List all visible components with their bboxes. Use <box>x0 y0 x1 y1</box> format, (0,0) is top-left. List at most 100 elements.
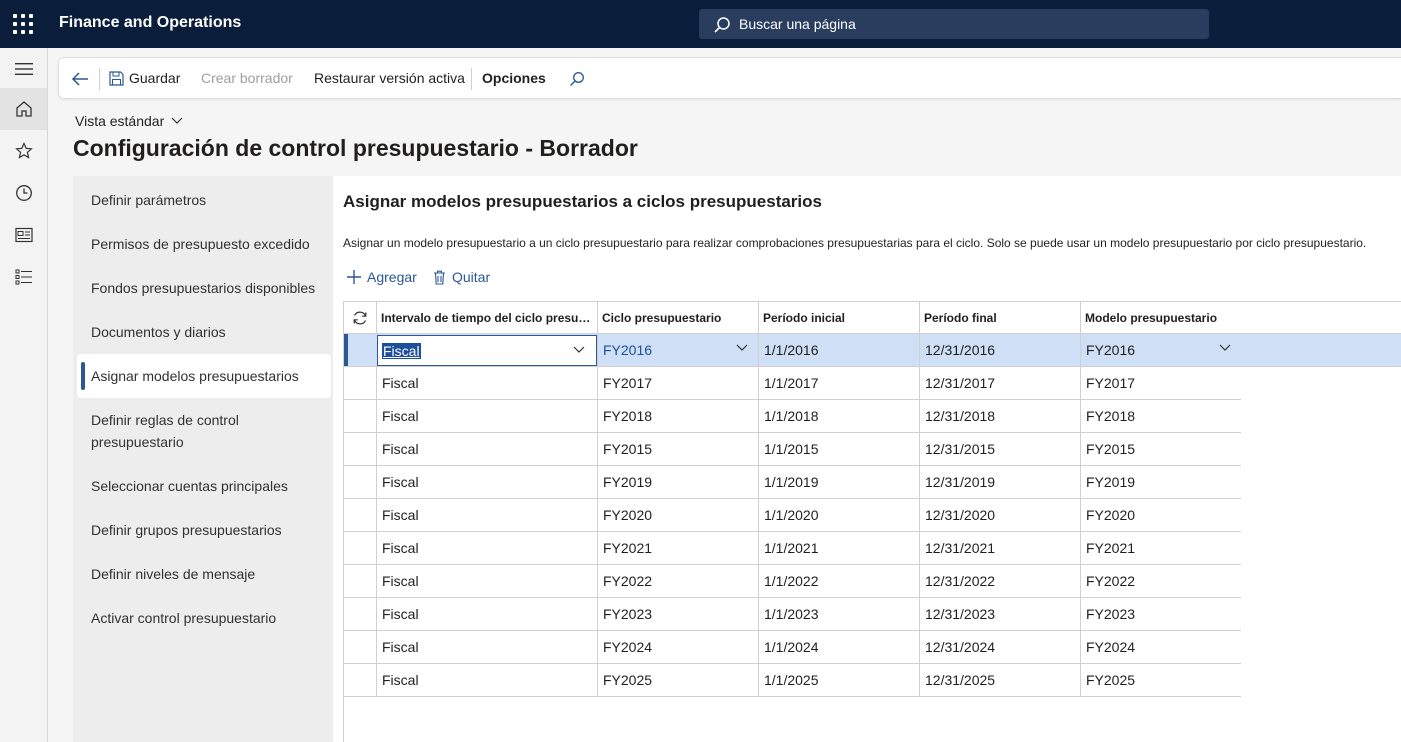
table-row[interactable]: Fiscal FY2018 1/1/2018 12/31/2018 FY2018 <box>344 400 1241 433</box>
budget-model-cell[interactable]: FY2021 <box>1080 532 1241 564</box>
budget-cycle-cell[interactable]: FY2019 <box>597 466 758 498</box>
cycle-time-span-cell[interactable]: Fiscal <box>376 598 597 630</box>
start-period-cell[interactable]: 1/1/2015 <box>758 433 919 465</box>
table-row[interactable]: Fiscal FY2016 1/1/2016 12/31/2016 FY2016 <box>344 334 1401 367</box>
home-icon[interactable] <box>0 88 47 130</box>
end-period-cell[interactable]: 12/31/2016 <box>919 334 1080 366</box>
budget-model-cell[interactable]: FY2022 <box>1080 565 1241 597</box>
step-budget-funds-available[interactable]: Fondos presupuestarios disponibles <box>91 277 321 299</box>
end-period-cell[interactable]: 12/31/2020 <box>919 499 1080 531</box>
start-period-cell[interactable]: 1/1/2024 <box>758 631 919 663</box>
budget-cycle-dropdown[interactable]: FY2016 <box>597 334 758 366</box>
end-period-cell[interactable]: 12/31/2024 <box>919 631 1080 663</box>
step-define-control-rules[interactable]: Definir reglas de control presupuestario <box>91 409 321 453</box>
favorites-star-icon[interactable] <box>0 130 47 172</box>
table-row[interactable]: Fiscal FY2024 1/1/2024 12/31/2024 FY2024 <box>344 631 1241 664</box>
cycle-time-span-cell[interactable]: Fiscal <box>376 400 597 432</box>
start-period-cell[interactable]: 1/1/2025 <box>758 664 919 696</box>
view-selector[interactable]: Vista estándar <box>75 113 183 129</box>
end-period-cell[interactable]: 12/31/2025 <box>919 664 1080 696</box>
end-period-cell[interactable]: 12/31/2019 <box>919 466 1080 498</box>
budget-model-cell[interactable]: FY2024 <box>1080 631 1241 663</box>
budget-cycle-cell[interactable]: FY2020 <box>597 499 758 531</box>
budget-cycle-cell[interactable]: FY2021 <box>597 532 758 564</box>
column-header-budget-model[interactable]: Modelo presupuestario <box>1080 302 1401 334</box>
cycle-time-span-dropdown[interactable]: Fiscal <box>377 335 597 366</box>
end-period-cell[interactable]: 12/31/2018 <box>919 400 1080 432</box>
cycle-time-span-cell[interactable]: Fiscal <box>376 532 597 564</box>
budget-cycle-cell[interactable]: FY2015 <box>597 433 758 465</box>
step-activate-budget-control[interactable]: Activar control presupuestario <box>91 607 321 629</box>
workspaces-icon[interactable] <box>0 214 47 256</box>
save-icon[interactable] <box>109 71 124 86</box>
table-row[interactable]: Fiscal FY2019 1/1/2019 12/31/2019 FY2019 <box>344 466 1241 499</box>
start-period-cell[interactable]: 1/1/2023 <box>758 598 919 630</box>
budget-model-cell[interactable]: FY2018 <box>1080 400 1241 432</box>
step-overrun-permissions[interactable]: Permisos de presupuesto excedido <box>91 233 321 255</box>
step-assign-budget-models[interactable]: Asignar modelos presupuestarios <box>91 365 321 387</box>
modules-list-icon[interactable] <box>0 256 47 298</box>
table-row[interactable]: Fiscal FY2017 1/1/2017 12/31/2017 FY2017 <box>344 367 1241 400</box>
column-header-cycle-time-span[interactable]: Intervalo de tiempo del ciclo presupuest… <box>376 302 597 334</box>
remove-button[interactable]: Quitar <box>433 269 490 285</box>
budget-cycle-cell[interactable]: FY2018 <box>597 400 758 432</box>
app-title[interactable]: Finance and Operations <box>59 14 241 32</box>
table-row[interactable]: Fiscal FY2015 1/1/2015 12/31/2015 FY2015 <box>344 433 1241 466</box>
table-row[interactable]: Fiscal FY2023 1/1/2023 12/31/2023 FY2023 <box>344 598 1241 631</box>
start-period-cell[interactable]: 1/1/2021 <box>758 532 919 564</box>
budget-model-cell[interactable]: FY2025 <box>1080 664 1241 696</box>
cycle-time-span-cell[interactable]: Fiscal <box>376 565 597 597</box>
end-period-cell[interactable]: 12/31/2021 <box>919 532 1080 564</box>
step-define-parameters[interactable]: Definir parámetros <box>91 189 321 211</box>
table-row[interactable]: Fiscal FY2022 1/1/2022 12/31/2022 FY2022 <box>344 565 1241 598</box>
refresh-icon[interactable] <box>344 302 376 334</box>
budget-model-cell[interactable]: FY2023 <box>1080 598 1241 630</box>
column-header-budget-cycle[interactable]: Ciclo presupuestario <box>597 302 758 334</box>
budget-cycle-cell[interactable]: FY2017 <box>597 367 758 399</box>
cycle-time-span-cell[interactable]: Fiscal <box>376 367 597 399</box>
table-row[interactable]: Fiscal FY2025 1/1/2025 12/31/2025 FY2025 <box>344 664 1241 697</box>
budget-model-cell[interactable]: FY2020 <box>1080 499 1241 531</box>
budget-cycle-cell[interactable]: FY2024 <box>597 631 758 663</box>
save-button[interactable]: Guardar <box>129 70 180 86</box>
options-tab[interactable]: Opciones <box>482 70 546 86</box>
end-period-cell[interactable]: 12/31/2022 <box>919 565 1080 597</box>
start-period-cell[interactable]: 1/1/2016 <box>758 334 919 366</box>
create-draft-button[interactable]: Crear borrador <box>201 70 293 86</box>
end-period-cell[interactable]: 12/31/2015 <box>919 433 1080 465</box>
start-period-cell[interactable]: 1/1/2022 <box>758 565 919 597</box>
table-row[interactable]: Fiscal FY2021 1/1/2021 12/31/2021 FY2021 <box>344 532 1241 565</box>
cycle-time-span-cell[interactable]: Fiscal <box>376 499 597 531</box>
recent-clock-icon[interactable] <box>0 172 47 214</box>
column-header-start-period[interactable]: Período inicial <box>758 302 919 334</box>
start-period-cell[interactable]: 1/1/2018 <box>758 400 919 432</box>
end-period-cell[interactable]: 12/31/2017 <box>919 367 1080 399</box>
app-launcher-icon[interactable] <box>13 14 33 34</box>
step-define-budget-groups[interactable]: Definir grupos presupuestarios <box>91 519 321 541</box>
budget-cycle-cell[interactable]: FY2022 <box>597 565 758 597</box>
cycle-time-span-cell[interactable]: Fiscal <box>376 433 597 465</box>
cycle-time-span-cell[interactable]: Fiscal <box>376 466 597 498</box>
search-box[interactable]: Buscar una página <box>699 9 1209 39</box>
step-define-message-levels[interactable]: Definir niveles de mensaje <box>91 563 321 585</box>
action-search-icon[interactable] <box>569 71 585 87</box>
end-period-cell[interactable]: 12/31/2023 <box>919 598 1080 630</box>
hamburger-menu-icon[interactable] <box>0 48 47 90</box>
cycle-time-span-cell[interactable]: Fiscal <box>376 631 597 663</box>
budget-model-dropdown[interactable]: FY2016 <box>1080 334 1241 366</box>
column-header-end-period[interactable]: Período final <box>919 302 1080 334</box>
back-arrow-icon[interactable] <box>71 70 89 88</box>
table-row[interactable]: Fiscal FY2020 1/1/2020 12/31/2020 FY2020 <box>344 499 1241 532</box>
budget-cycle-cell[interactable]: FY2025 <box>597 664 758 696</box>
cycle-time-span-cell[interactable]: Fiscal <box>376 664 597 696</box>
restore-active-version-button[interactable]: Restaurar versión activa <box>314 70 465 86</box>
budget-model-cell[interactable]: FY2019 <box>1080 466 1241 498</box>
budget-model-cell[interactable]: FY2015 <box>1080 433 1241 465</box>
add-button[interactable]: Agregar <box>347 269 417 285</box>
start-period-cell[interactable]: 1/1/2020 <box>758 499 919 531</box>
step-documents-journals[interactable]: Documentos y diarios <box>91 321 321 343</box>
budget-model-cell[interactable]: FY2017 <box>1080 367 1241 399</box>
start-period-cell[interactable]: 1/1/2019 <box>758 466 919 498</box>
budget-cycle-cell[interactable]: FY2023 <box>597 598 758 630</box>
start-period-cell[interactable]: 1/1/2017 <box>758 367 919 399</box>
